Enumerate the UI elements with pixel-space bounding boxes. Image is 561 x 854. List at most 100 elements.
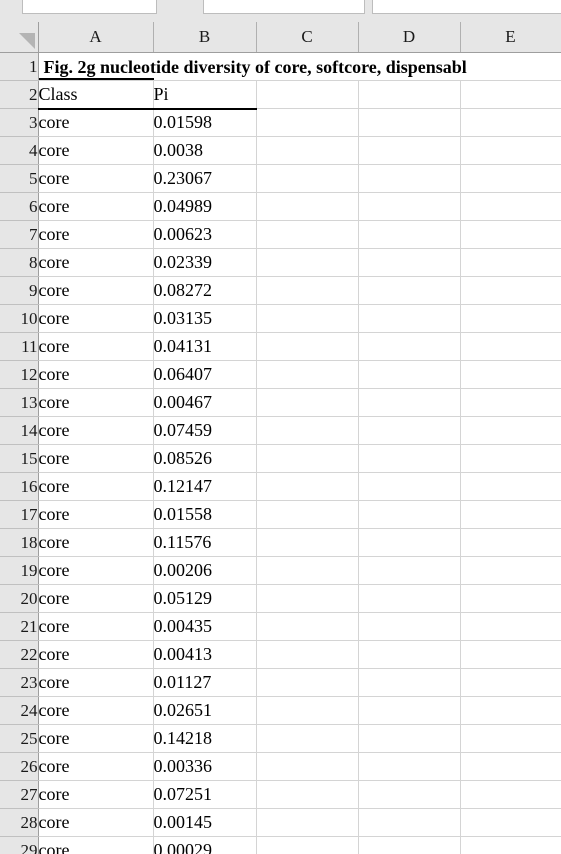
cell-class[interactable]: core [38, 360, 154, 389]
empty-cell[interactable] [358, 164, 461, 193]
empty-cell[interactable] [358, 836, 461, 854]
empty-cell[interactable] [358, 332, 461, 361]
empty-cell[interactable] [256, 444, 359, 473]
empty-cell[interactable] [256, 248, 359, 277]
empty-cell[interactable] [358, 416, 461, 445]
cell-pi[interactable]: 0.00435 [153, 612, 257, 641]
empty-cell[interactable] [460, 360, 561, 389]
name-box-input[interactable] [22, 0, 157, 14]
cell-class[interactable]: core [38, 304, 154, 333]
cell-pi[interactable]: 0.00029 [153, 836, 257, 854]
empty-cell[interactable] [358, 304, 461, 333]
row-header-7[interactable]: 7 [0, 220, 39, 249]
empty-cell[interactable] [256, 808, 359, 837]
empty-cell[interactable] [460, 220, 561, 249]
empty-cell[interactable] [460, 584, 561, 613]
cell-class[interactable]: core [38, 808, 154, 837]
empty-cell[interactable] [256, 332, 359, 361]
empty-cell[interactable] [460, 808, 561, 837]
cell-class[interactable]: core [38, 220, 154, 249]
empty-cell[interactable] [460, 612, 561, 641]
empty-cell[interactable] [358, 752, 461, 781]
empty-cell[interactable] [256, 500, 359, 529]
cell-class[interactable]: core [38, 556, 154, 585]
empty-cell[interactable] [256, 136, 359, 165]
cell-pi[interactable]: 0.23067 [153, 164, 257, 193]
row-header-11[interactable]: 11 [0, 332, 39, 361]
empty-cell[interactable] [358, 444, 461, 473]
empty-cell[interactable] [358, 136, 461, 165]
empty-cell[interactable] [460, 668, 561, 697]
cell-class[interactable]: core [38, 472, 154, 501]
cell-pi[interactable]: 0.05129 [153, 584, 257, 613]
column-header-e[interactable]: E [460, 22, 561, 53]
cell-class[interactable]: core [38, 444, 154, 473]
cell-class[interactable]: core [38, 388, 154, 417]
cell-pi[interactable]: 0.08272 [153, 276, 257, 305]
empty-cell[interactable] [358, 276, 461, 305]
row-header-19[interactable]: 19 [0, 556, 39, 585]
empty-cell[interactable] [256, 192, 359, 221]
row-header-5[interactable]: 5 [0, 164, 39, 193]
empty-cell[interactable] [460, 724, 561, 753]
row-header-16[interactable]: 16 [0, 472, 39, 501]
cell-pi[interactable]: 0.06407 [153, 360, 257, 389]
cell-pi[interactable]: 0.08526 [153, 444, 257, 473]
empty-cell[interactable] [460, 192, 561, 221]
row-header-1[interactable]: 1 [0, 52, 39, 81]
empty-cell[interactable] [460, 80, 561, 109]
empty-cell[interactable] [358, 80, 461, 109]
empty-cell[interactable] [256, 416, 359, 445]
row-header-20[interactable]: 20 [0, 584, 39, 613]
empty-cell[interactable] [256, 276, 359, 305]
empty-cell[interactable] [256, 696, 359, 725]
row-header-8[interactable]: 8 [0, 248, 39, 277]
row-header-29[interactable]: 29 [0, 836, 39, 854]
empty-cell[interactable] [358, 248, 461, 277]
cell-class[interactable]: core [38, 332, 154, 361]
empty-cell[interactable] [358, 220, 461, 249]
empty-cell[interactable] [460, 416, 561, 445]
cell-pi[interactable]: 0.00413 [153, 640, 257, 669]
cell-pi[interactable]: 0.00145 [153, 808, 257, 837]
row-header-2[interactable]: 2 [0, 80, 39, 109]
row-header-9[interactable]: 9 [0, 276, 39, 305]
empty-cell[interactable] [358, 556, 461, 585]
empty-cell[interactable] [358, 192, 461, 221]
column-header-a[interactable]: A [38, 22, 154, 53]
row-header-22[interactable]: 22 [0, 640, 39, 669]
empty-cell[interactable] [460, 696, 561, 725]
row-header-24[interactable]: 24 [0, 696, 39, 725]
row-header-6[interactable]: 6 [0, 192, 39, 221]
cell-class[interactable]: core [38, 836, 154, 854]
cell-class[interactable]: core [38, 248, 154, 277]
cell-pi[interactable]: 0.00206 [153, 556, 257, 585]
empty-cell[interactable] [460, 388, 561, 417]
cell-pi[interactable]: 0.01598 [153, 108, 257, 137]
column-label-class[interactable]: Class [38, 80, 154, 110]
cell-pi[interactable]: 0.11576 [153, 528, 257, 557]
row-header-10[interactable]: 10 [0, 304, 39, 333]
cell-pi[interactable]: 0.00336 [153, 752, 257, 781]
cell-class[interactable]: core [38, 752, 154, 781]
sheet-grid[interactable]: A B C D E 1 Fig. 2g nucleotide diversity of co… [0, 22, 561, 854]
cell-pi[interactable]: 0.04131 [153, 332, 257, 361]
toolbar-input-box[interactable] [372, 0, 561, 14]
empty-cell[interactable] [256, 528, 359, 557]
empty-cell[interactable] [358, 500, 461, 529]
empty-cell[interactable] [358, 108, 461, 137]
empty-cell[interactable] [358, 696, 461, 725]
cell-class[interactable]: core [38, 584, 154, 613]
empty-cell[interactable] [358, 528, 461, 557]
row-header-13[interactable]: 13 [0, 388, 39, 417]
cell-pi[interactable]: 0.0038 [153, 136, 257, 165]
empty-cell[interactable] [460, 500, 561, 529]
empty-cell[interactable] [460, 248, 561, 277]
empty-cell[interactable] [256, 752, 359, 781]
column-header-b[interactable]: B [153, 22, 257, 53]
cell-pi[interactable]: 0.02339 [153, 248, 257, 277]
cell-class[interactable]: core [38, 780, 154, 809]
empty-cell[interactable] [358, 780, 461, 809]
formula-bar-input[interactable] [203, 0, 365, 14]
cell-class[interactable]: core [38, 724, 154, 753]
